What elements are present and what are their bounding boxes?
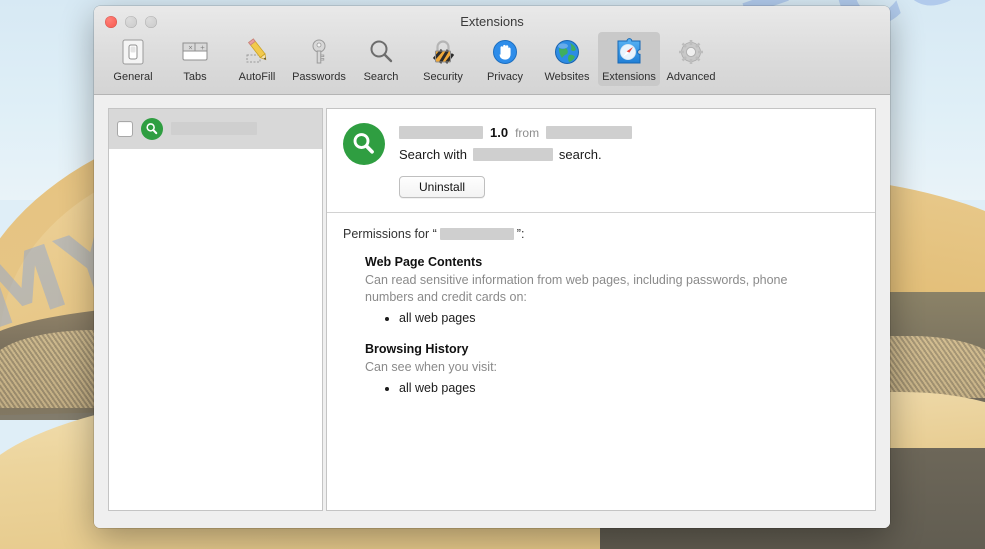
extension-header-text: 1.0 from Search with search. Uninstall [399,123,859,198]
safari-preferences-window: Extensions General × + Tabs AutoFill Pas… [94,6,890,528]
extension-description-redacted [472,148,553,161]
toolbar-item-extensions[interactable]: Extensions [598,32,660,86]
window-title: Extensions [460,14,524,29]
toolbar-label-privacy: Privacy [486,71,524,83]
uninstall-button[interactable]: Uninstall [399,176,486,198]
extension-version: 1.0 [490,125,509,140]
security-icon [426,35,460,69]
toolbar-label-security: Security [423,71,463,83]
permission-group: Web Page Contents Can read sensitive inf… [365,255,859,328]
toolbar-label-autofill: AutoFill [238,71,276,83]
extension-name-redacted [171,122,257,135]
svg-text:×: × [188,45,193,52]
permission-group: Browsing History Can see when you visit:… [365,342,859,398]
extensions-icon [612,35,646,69]
toolbar-item-security[interactable]: Security [412,32,474,86]
toolbar-label-passwords: Passwords [292,71,346,83]
extension-title-line: 1.0 from [399,125,859,140]
extension-detail-panel: 1.0 from Search with search. Uninstall P… [326,108,876,511]
list-item[interactable] [109,109,322,149]
extension-enable-checkbox[interactable] [117,120,133,137]
toolbar-label-search: Search [363,71,399,83]
green-search-icon [343,123,385,165]
permission-heading: Web Page Contents [365,255,483,269]
extension-description: Search with search. [399,147,859,162]
permission-scope-item: all web pages [399,379,859,398]
permission-scope-list: all web pages [365,309,859,328]
autofill-icon [240,35,274,69]
toolbar-item-autofill[interactable]: AutoFill [226,32,288,86]
extension-description-suffix: search. [558,147,602,162]
preferences-toolbar: General × + Tabs AutoFill Passwords Sear… [102,32,722,86]
permissions-title-suffix: ”: [516,227,525,241]
search-icon [364,35,398,69]
tabs-icon: × + [178,35,212,69]
extension-from-label: from [515,125,540,140]
extension-name-redacted [399,126,483,139]
websites-icon [550,35,584,69]
extension-publisher-redacted [546,126,633,139]
toolbar-item-passwords[interactable]: Passwords [288,32,350,86]
permission-description: Can read sensitive information from web … [365,273,788,304]
toolbar-item-search[interactable]: Search [350,32,412,86]
permissions-section: Permissions for “ ”: Web Page Contents C… [327,213,875,422]
privacy-icon [488,35,522,69]
permission-heading: Browsing History [365,341,469,356]
general-icon [116,35,150,69]
permissions-title-prefix: Permissions for “ [343,227,437,241]
toolbar-item-advanced[interactable]: Advanced [660,32,722,86]
permission-description: Can see when you visit: [365,359,498,374]
window-titlebar: Extensions General × + Tabs AutoFill Pas… [94,6,890,95]
permissions-title: Permissions for “ ”: [343,227,859,241]
toolbar-label-advanced: Advanced [666,71,716,83]
permission-scope-item: all web pages [399,309,859,328]
toolbar-item-general[interactable]: General [102,32,164,86]
toolbar-label-general: General [113,71,153,83]
permission-scope-list: all web pages [365,379,859,398]
toolbar-item-websites[interactable]: Websites [536,32,598,86]
toolbar-label-extensions: Extensions [602,71,656,83]
toolbar-item-tabs[interactable]: × + Tabs [164,32,226,86]
toolbar-item-privacy[interactable]: Privacy [474,32,536,86]
preferences-content: 1.0 from Search with search. Uninstall P… [94,95,890,528]
advanced-icon [674,35,708,69]
permissions-target-redacted [439,228,514,240]
passwords-icon [302,35,336,69]
extensions-list[interactable] [108,108,323,511]
svg-text:+: + [200,45,205,52]
toolbar-label-tabs: Tabs [183,71,207,83]
extension-header: 1.0 from Search with search. Uninstall [327,109,875,213]
extension-description-prefix: Search with [399,147,467,162]
toolbar-label-websites: Websites [544,71,590,83]
green-search-icon [141,117,163,140]
